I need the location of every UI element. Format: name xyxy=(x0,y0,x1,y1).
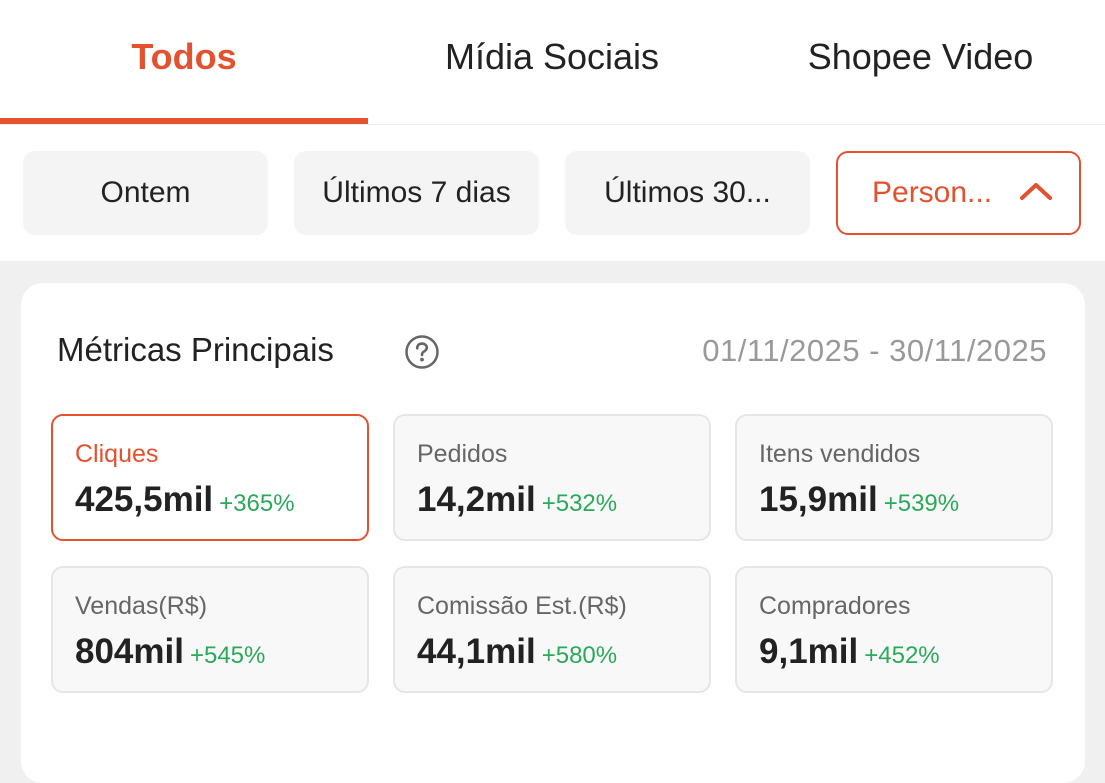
filter-ontem-button[interactable]: Ontem xyxy=(23,151,268,235)
metric-compradores-card[interactable]: Compradores 9,1mil +452% xyxy=(735,566,1053,693)
date-filter-bar: Ontem Últimos 7 dias Últimos 30... Perso… xyxy=(0,125,1105,261)
metric-value: 44,1mil xyxy=(417,632,536,671)
metrics-card: Métricas Principais 01/11/2025 - 30/11/2… xyxy=(21,283,1085,783)
chevron-up-icon xyxy=(1020,183,1052,200)
active-tab-indicator xyxy=(0,118,368,124)
metric-comissao-card[interactable]: Comissão Est.(R$) 44,1mil +580% xyxy=(393,566,711,693)
metric-value: 15,9mil xyxy=(759,480,878,519)
metric-change: +580% xyxy=(541,642,618,669)
filter-personalizado-button[interactable]: Person... xyxy=(836,151,1081,235)
metric-change: +452% xyxy=(864,642,940,669)
metric-value: 804mil xyxy=(75,632,184,671)
filter-label: Ontem xyxy=(100,176,191,209)
metric-change: +532% xyxy=(541,490,618,517)
metric-label: Compradores xyxy=(759,592,911,620)
tab-label: Shopee Video xyxy=(807,36,1034,77)
tab-todos[interactable]: Todos xyxy=(0,0,368,124)
metric-change: +539% xyxy=(883,490,960,517)
metric-label: Cliques xyxy=(75,440,159,468)
metric-change: +545% xyxy=(189,642,266,669)
question-circle-icon[interactable] xyxy=(404,334,440,370)
tab-midia-sociais[interactable]: Mídia Sociais xyxy=(368,0,736,124)
metric-value: 425,5mil xyxy=(75,480,214,519)
filter-7-dias-button[interactable]: Últimos 7 dias xyxy=(294,151,539,235)
metric-label: Vendas(R$) xyxy=(75,592,208,620)
date-range-label: 01/11/2025 - 30/11/2025 xyxy=(702,333,1047,368)
metric-label: Comissão Est.(R$) xyxy=(417,592,627,620)
metrics-title: Métricas Principais xyxy=(57,331,334,368)
filter-label: Últimos 30... xyxy=(604,176,771,209)
metric-vendas-card[interactable]: Vendas(R$) 804mil +545% xyxy=(51,566,369,693)
tab-label: Mídia Sociais xyxy=(444,36,660,77)
filter-30-dias-button[interactable]: Últimos 30... xyxy=(565,151,810,235)
metric-label: Itens vendidos xyxy=(759,440,921,468)
metric-pedidos-card[interactable]: Pedidos 14,2mil +532% xyxy=(393,414,711,541)
filter-label: Person... xyxy=(872,176,993,209)
metric-value: 9,1mil xyxy=(759,632,859,671)
tab-shopee-video[interactable]: Shopee Video xyxy=(736,0,1105,124)
tab-bar: Todos Mídia Sociais Shopee Video xyxy=(0,0,1105,125)
tab-label: Todos xyxy=(131,36,237,77)
metric-value: 14,2mil xyxy=(417,480,536,519)
metric-itens-vendidos-card[interactable]: Itens vendidos 15,9mil +539% xyxy=(735,414,1053,541)
metric-label: Pedidos xyxy=(417,440,508,468)
metric-change: +365% xyxy=(219,490,295,517)
filter-label: Últimos 7 dias xyxy=(322,176,511,209)
metric-cliques-card[interactable]: Cliques 425,5mil +365% xyxy=(51,414,369,541)
